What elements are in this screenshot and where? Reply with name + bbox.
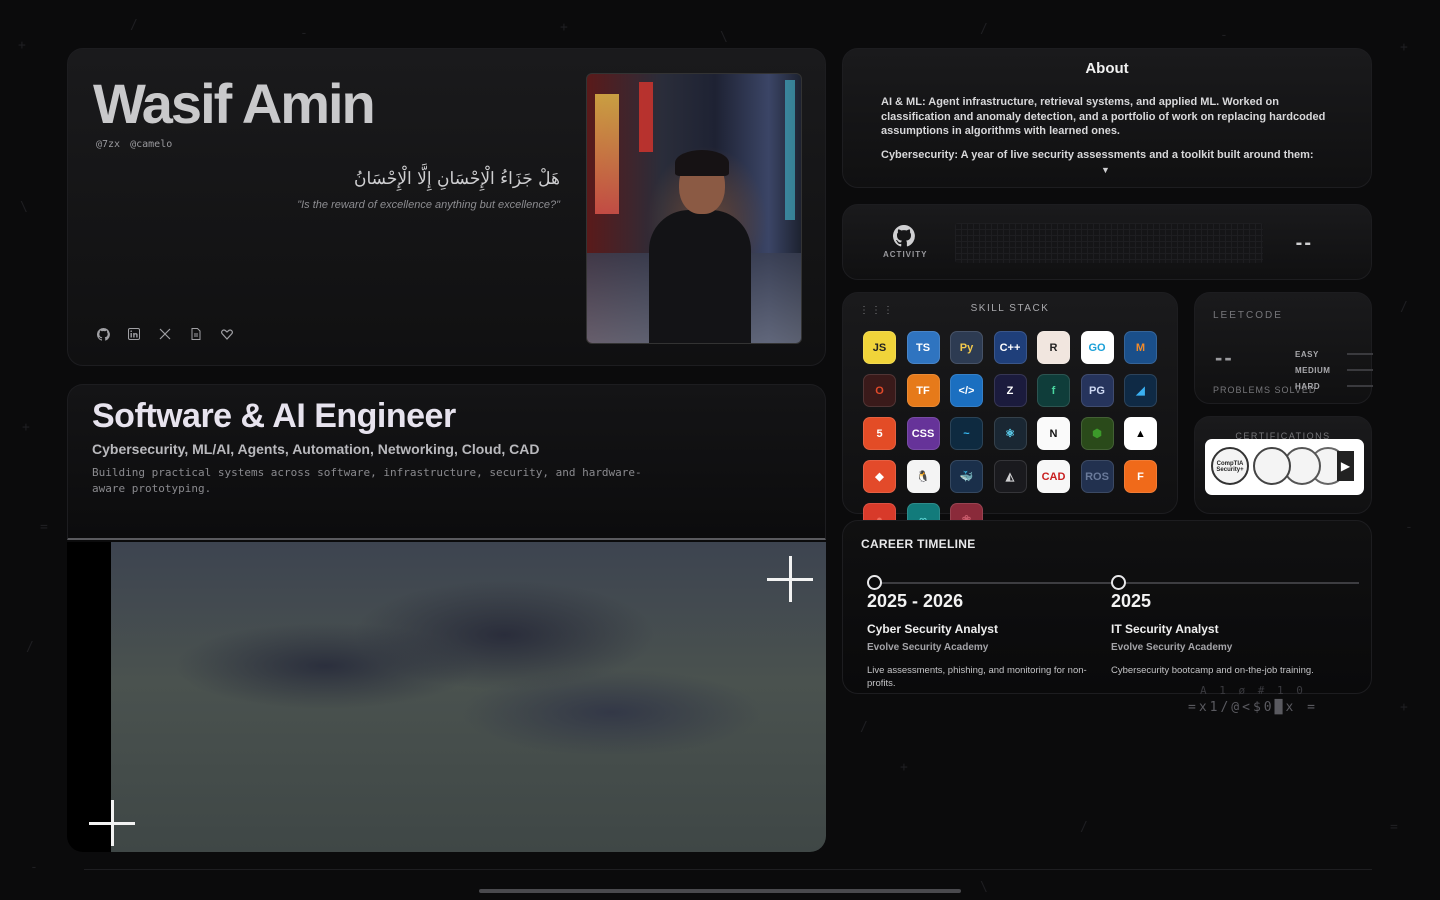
timeline-node[interactable] [1111,575,1126,590]
verse-translation: "Is the reward of excellence anything bu… [297,199,560,211]
skill-icon-grid: JS TS Py C++ R GO M O TF </> Zf PG ◢ 5 CSS ~ ⚛ N ⬢ ▲ ◆ 🐧 🐳 ◭ CAD… [863,331,1157,536]
timeline-node[interactable] [867,575,882,590]
handle-primary[interactable]: @7zx [96,139,120,150]
contribution-grid [955,223,1263,263]
crosshair-icon [767,556,813,602]
entry-title: IT Security Analyst [1111,622,1219,636]
skill-icon[interactable]: ▲ [1124,417,1157,450]
skill-icon[interactable]: N [1037,417,1070,450]
timeline-entry: 2025 - 2026 Cyber Security Analyst Evolv… [867,591,1099,690]
profile-name: Wasif Amin [93,72,376,135]
media-panel [67,542,826,852]
difficulty-hard-label: HARD [1295,382,1321,391]
github-icon[interactable] [892,225,915,253]
about-paragraph-ai: AI & ML: Agent infrastructure, retrieval… [881,96,1326,137]
skill-stack-heading: SKILL STACK [970,303,1050,314]
entry-org: Evolve Security Academy [867,642,989,653]
skill-icon[interactable]: ⚛ [993,417,1027,450]
skill-icon[interactable]: ◢ [1124,374,1157,407]
difficulty-hard-bar [1347,385,1373,387]
skill-icon[interactable]: 🐳 [950,460,983,493]
tagline: Building practical systems across softwa… [92,466,642,495]
certification-badge[interactable]: CompTIA Security+ [1211,447,1249,485]
skill-icon[interactable]: </> [950,374,983,407]
skill-icon[interactable]: ROS [1080,460,1114,493]
skill-icon[interactable]: GO [1080,331,1114,364]
skill-icon[interactable]: ⬢ [1080,417,1114,450]
entry-title: Cyber Security Analyst [867,622,998,636]
crosshair-icon [89,800,135,846]
skill-icon[interactable]: TS [906,331,940,364]
cloud-background [111,542,826,852]
skill-icon[interactable]: JS [863,331,896,364]
difficulty-easy-label: EASY [1295,350,1319,359]
about-heading: About [1085,60,1129,77]
glyph-decoration: =x1/@<$0█x = [1188,700,1318,715]
entry-years: 2025 [1111,591,1152,611]
horizontal-scrollbar[interactable] [479,889,961,893]
entry-org: Evolve Security Academy [1111,642,1233,653]
hero-card: Wasif Amin @7zx @camelo هَلْ جَزَاءُ الْ… [67,48,826,366]
github-icon[interactable] [96,327,110,341]
entry-description: Cybersecurity bootcamp and on-the-job tr… [1111,665,1314,676]
career-timeline-card: CAREER TIMELINE 2025 - 2026 Cyber Securi… [842,520,1372,694]
skill-icon[interactable]: C++ [993,331,1027,364]
solved-count: -- [1215,345,1234,370]
handles: @7zx @camelo [96,139,172,150]
document-icon[interactable] [189,327,203,341]
focus-areas: Cybersecurity, ML/AI, Agents, Automation… [92,441,540,457]
certifications-card: CERTIFICATIONS CompTIA Security+ ▶ [1194,416,1372,514]
certification-badge[interactable] [1253,447,1291,485]
activity-card: ACTIVITY -- [842,204,1372,280]
skill-icon[interactable]: M [1124,331,1157,364]
x-icon[interactable] [158,327,172,341]
skill-icon[interactable]: CSS [906,417,940,450]
leetcode-heading: LEETCODE [1213,310,1283,321]
skill-icon[interactable]: TF [906,374,940,407]
profile-photo [586,73,802,344]
skill-icon[interactable]: 5 [863,417,896,450]
skill-icon[interactable]: ◭ [993,460,1027,493]
about-paragraph-security: Cybersecurity: A year of live security a… [881,149,1314,161]
skill-icon[interactable]: ◆ [863,460,896,493]
handle-secondary[interactable]: @camelo [130,139,172,150]
skill-icon[interactable]: PG [1080,374,1114,407]
glyph-decoration: A 1 ø # 1 0 [1200,684,1306,697]
linkedin-icon[interactable] [127,327,141,341]
certification-carousel[interactable]: CompTIA Security+ ▶ [1205,439,1364,495]
timeline-entry: 2025 IT Security Analyst Evolve Security… [1111,591,1343,677]
difficulty-medium-bar [1347,369,1373,371]
timeline-heading: CAREER TIMELINE [861,537,976,551]
skill-icon[interactable]: F [1124,460,1157,493]
skill-stack-card: ⋮⋮⋮ SKILL STACK JS TS Py C++ R GO M O TF </> Zf PG ◢… [842,292,1178,536]
role-title: Software & AI Engineer [92,397,456,435]
skill-icon[interactable]: Py [950,331,983,364]
divider [84,869,1372,870]
entry-years: 2025 - 2026 [867,591,964,611]
entry-description: Live assessments, phishing, and monitori… [867,665,1087,689]
carousel-next-icon[interactable]: ▶ [1337,451,1354,481]
skill-icon[interactable]: Z [993,374,1027,407]
chevron-down-icon[interactable]: ▼ [1101,165,1110,175]
difficulty-easy-bar [1347,353,1373,355]
skill-icon[interactable]: O [863,374,896,407]
arabic-verse: هَلْ جَزَاءُ الْإِحْسَانِ إِلَّا الْإِحْ… [354,169,560,189]
activity-label: ACTIVITY [883,250,928,259]
leetcode-card: LEETCODE -- PROBLEMS SOLVED EASY MEDIUM … [1194,292,1373,404]
skill-icon[interactable]: CAD [1037,460,1070,493]
about-card: About AI & ML: Agent infrastructure, ret… [842,48,1372,188]
difficulty-medium-label: MEDIUM [1295,366,1331,375]
heart-icon[interactable] [220,327,234,341]
skill-icon[interactable]: f [1037,374,1070,407]
skill-icon[interactable]: 🐧 [906,460,940,493]
skill-icon[interactable]: R [1037,331,1070,364]
activity-count: -- [1295,232,1313,254]
social-links [96,327,234,341]
skill-icon[interactable]: ~ [950,417,983,450]
title-card: Software & AI Engineer Cybersecurity, ML… [67,384,826,540]
